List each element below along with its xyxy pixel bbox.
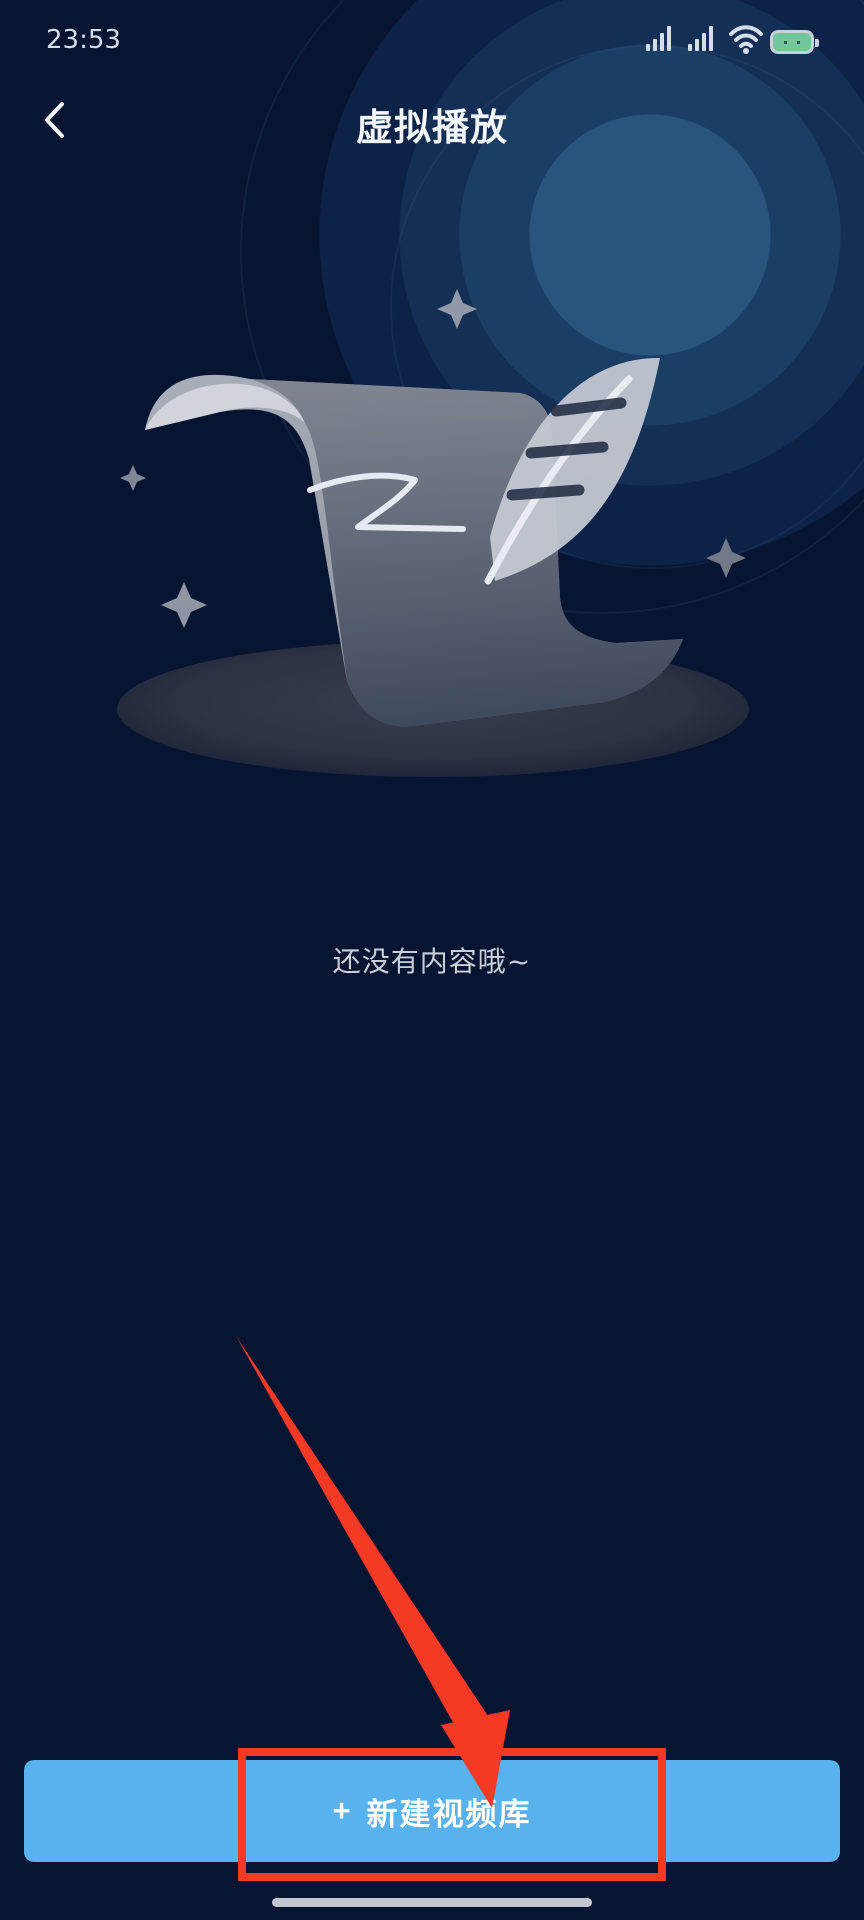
battery-icon: [770, 30, 819, 54]
top-navigation: 虚拟播放: [0, 84, 864, 156]
virtual-playback-screen: 23:53 虚拟播放 还没有内容哦~ + 新建视频库: [0, 0, 864, 1920]
plus-icon: +: [332, 1793, 353, 1828]
new-video-library-label: 新建视频库: [366, 1796, 532, 1832]
signal-icon: [644, 25, 678, 53]
page-title: 虚拟播放: [356, 106, 508, 149]
home-indicator: [272, 1898, 592, 1907]
status-time: 23:53: [46, 25, 121, 55]
status-bar: 23:53: [0, 0, 864, 84]
scroll-and-quill-icon: [117, 289, 749, 777]
wifi-icon: [729, 25, 763, 54]
signal-icon: [686, 25, 720, 53]
new-video-library-button[interactable]: + 新建视频库: [24, 1760, 840, 1862]
empty-state-message: 还没有内容哦~: [332, 945, 532, 978]
